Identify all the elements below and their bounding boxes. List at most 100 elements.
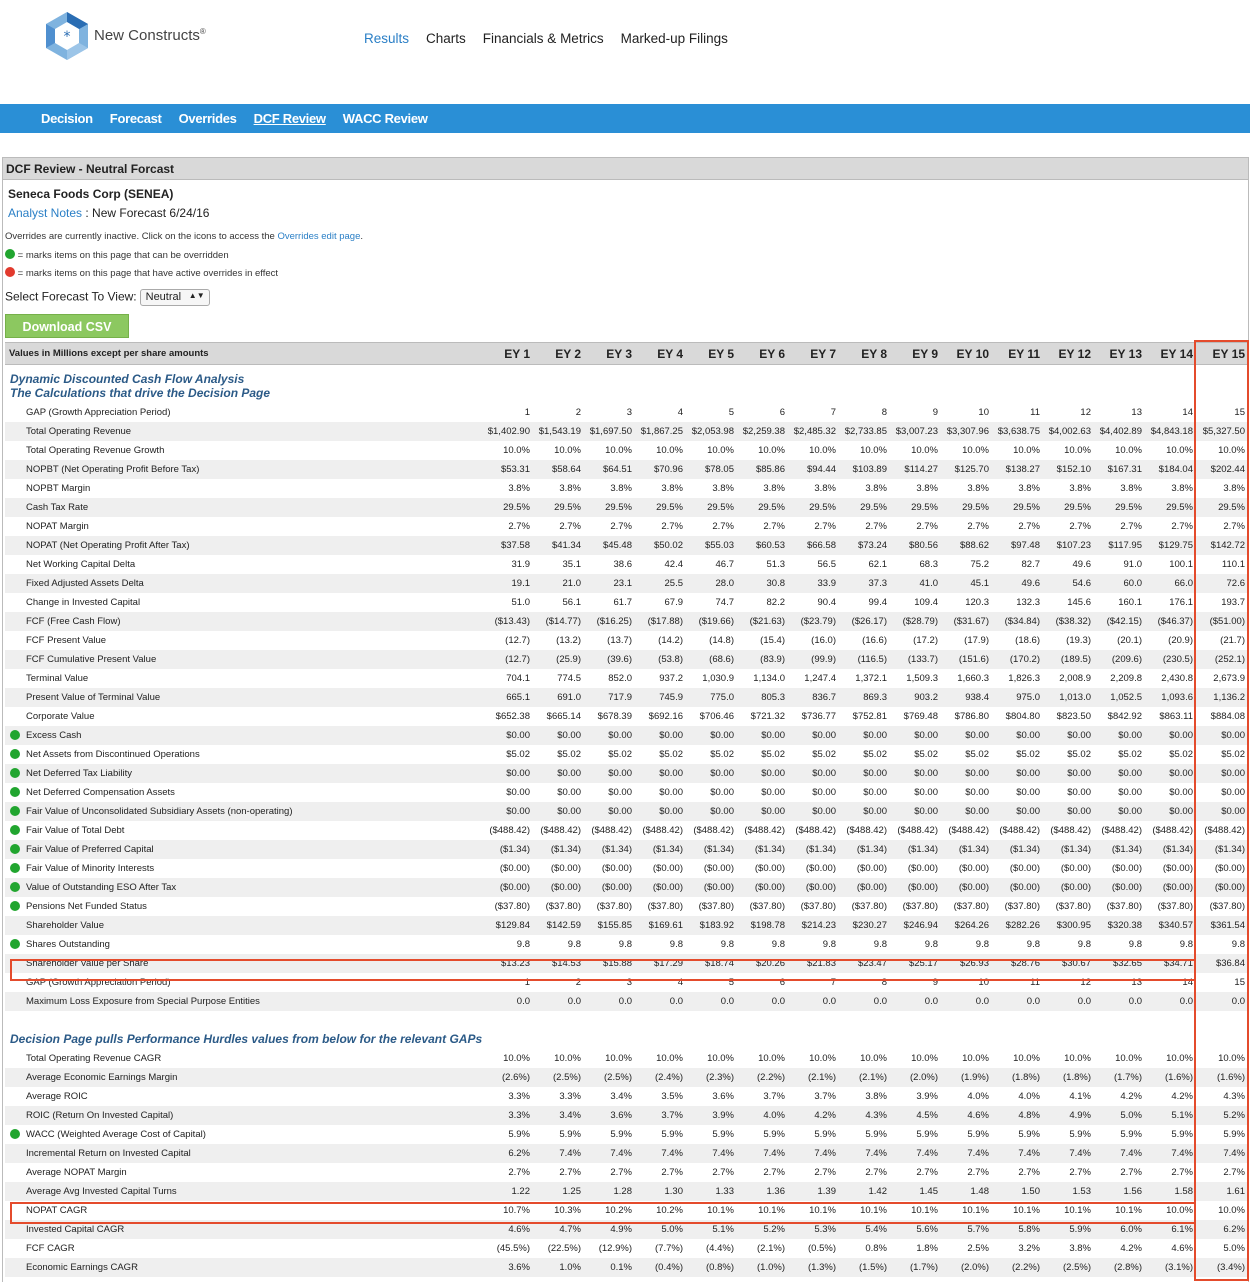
table-cell: 5.9% <box>865 1128 887 1140</box>
tab-overrides[interactable]: Overrides <box>179 111 237 126</box>
top-nav-charts[interactable]: Charts <box>426 31 466 46</box>
table-cell: 3.8% <box>1069 1242 1091 1254</box>
table-cell: $0.00 <box>482 801 533 821</box>
tab-forecast[interactable]: Forecast <box>110 111 162 126</box>
table-cell: 29.5% <box>1094 497 1145 517</box>
table-cell: 10.0% <box>1115 444 1142 456</box>
table-cell: 1,826.3 <box>1008 672 1040 684</box>
table-cell: $41.34 <box>533 535 584 555</box>
legend-active-override: = marks items on this page that have act… <box>5 267 278 279</box>
table-cell: $0.00 <box>1094 725 1145 745</box>
table-row: Economic Earnings CAGR 3.6% 1.0% 0.1% (0.4%)… <box>5 1257 1248 1277</box>
table-cell: 82.2 <box>766 596 786 608</box>
override-dot-icon[interactable] <box>10 786 20 797</box>
override-dot-icon[interactable] <box>10 748 20 759</box>
table-cell: 5.9% <box>1171 1128 1193 1140</box>
table-cell: (2.2%) <box>992 1257 1043 1277</box>
table-cell: ($488.42) <box>1152 824 1193 836</box>
table-cell: $53.31 <box>482 459 533 479</box>
override-dot-icon[interactable] <box>10 729 20 740</box>
table-cell: $114.27 <box>890 459 941 479</box>
override-dot-icon[interactable] <box>10 1128 20 1139</box>
table-cell: (68.6) <box>686 649 737 669</box>
table-cell: 0.0 <box>1145 991 1196 1011</box>
table-cell: 8 <box>881 406 887 418</box>
table-cell: 3.8% <box>559 482 581 494</box>
table-cell: $0.00 <box>533 725 584 745</box>
download-csv-button[interactable]: Download CSV <box>5 314 129 338</box>
table-cell: $23.47 <box>839 953 890 973</box>
table-cell: $786.80 <box>954 710 989 722</box>
table-cell: 2,209.8 <box>1110 672 1142 684</box>
analyst-notes-link[interactable]: Analyst Notes <box>8 206 82 220</box>
table-cell: ($0.00) <box>856 862 887 874</box>
table-cell: ($0.00) <box>1196 877 1248 897</box>
table-cell: (0.4%) <box>635 1257 686 1277</box>
new-constructs-logo-icon[interactable]: * <box>44 10 90 62</box>
table-cell: 1.42 <box>839 1181 890 1201</box>
override-dot-icon[interactable] <box>10 843 20 854</box>
row-label: Incremental Return on Invested Capital <box>26 1147 191 1159</box>
table-row: Maximum Loss Exposure from Special Purpo… <box>5 991 1248 1011</box>
override-dot-icon[interactable] <box>10 938 20 949</box>
top-nav: Results Charts Financials & Metrics Mark… <box>364 31 728 46</box>
table-cell: ($0.00) <box>907 862 938 874</box>
table-cell: ($23.79) <box>788 611 839 631</box>
table-cell: 5.9% <box>814 1128 836 1140</box>
column-header: EY 7 <box>788 342 839 365</box>
column-header: EY 4 <box>635 342 686 365</box>
table-cell: 2.7% <box>1018 1166 1040 1178</box>
table-cell: 5 <box>728 976 734 988</box>
table-cell: (116.5) <box>839 649 890 669</box>
table-cell: 5.2% <box>737 1219 788 1239</box>
forecast-select[interactable]: Neutral ▲▼ <box>139 289 210 306</box>
table-cell: ($1.34) <box>1094 839 1145 859</box>
row-label: GAP (Growth Appreciation Period) <box>26 976 171 988</box>
table-cell: 2.7% <box>763 1166 785 1178</box>
table-cell: ($1.34) <box>482 839 533 859</box>
table-cell: 10.1% <box>860 1204 887 1216</box>
table-cell: (21.7) <box>1220 634 1245 646</box>
table-cell: ($1.34) <box>992 839 1043 859</box>
tab-dcf-review[interactable]: DCF Review <box>254 111 326 126</box>
table-cell: 4.2% <box>788 1105 839 1125</box>
table-cell: 9.8 <box>1026 938 1040 950</box>
table-cell: ($0.00) <box>1009 862 1040 874</box>
top-nav-filings[interactable]: Marked-up Filings <box>621 31 728 46</box>
table-cell: (2.4%) <box>635 1067 686 1087</box>
table-cell: $3,007.23 <box>890 421 941 441</box>
table-cell: 45.1 <box>941 573 992 593</box>
table-cell: $4,402.89 <box>1094 421 1145 441</box>
table-cell: 110.1 <box>1221 558 1245 570</box>
table-row: FCF CAGR (45.5%) (22.5%) (12.9%) (7.7%) (4.4%… <box>5 1239 1248 1258</box>
table-cell: 10.1% <box>1115 1204 1142 1216</box>
table-cell: $152.10 <box>1043 459 1094 479</box>
column-header: EY 12 <box>1043 342 1094 365</box>
table-cell: 1,013.0 <box>1043 687 1094 707</box>
row-label: Fair Value of Total Debt <box>26 824 125 836</box>
table-cell: 7.4% <box>890 1143 941 1163</box>
override-dot-icon[interactable] <box>10 900 20 911</box>
table-cell: $28.76 <box>992 953 1043 973</box>
tab-decision[interactable]: Decision <box>41 111 93 126</box>
dcf-table: Values in Millions except per share amou… <box>5 342 1248 1277</box>
table-cell: 4.6% <box>941 1105 992 1125</box>
tab-wacc-review[interactable]: WACC Review <box>343 111 428 126</box>
table-cell: (170.2) <box>992 649 1043 669</box>
table-cell: 5.9% <box>661 1128 683 1140</box>
table-cell: $0.00 <box>635 725 686 745</box>
row-label: NOPAT CAGR <box>26 1204 88 1216</box>
table-row: Cash Tax Rate 29.5% 29.5% 29.5% 29.5% 29.5% 29… <box>5 497 1248 517</box>
table-cell: $129.84 <box>482 915 533 935</box>
table-cell: $97.48 <box>992 535 1043 555</box>
top-nav-results[interactable]: Results <box>364 31 409 46</box>
table-cell: 0.0 <box>890 991 941 1011</box>
override-dot-icon[interactable] <box>10 824 20 835</box>
override-dot-icon[interactable] <box>10 767 20 778</box>
table-cell: ($34.84) <box>992 611 1043 631</box>
top-nav-financials[interactable]: Financials & Metrics <box>483 31 604 46</box>
override-dot-icon[interactable] <box>10 805 20 816</box>
override-dot-icon[interactable] <box>10 862 20 873</box>
override-dot-icon[interactable] <box>10 881 20 892</box>
overrides-edit-link[interactable]: Overrides edit page <box>277 231 360 242</box>
